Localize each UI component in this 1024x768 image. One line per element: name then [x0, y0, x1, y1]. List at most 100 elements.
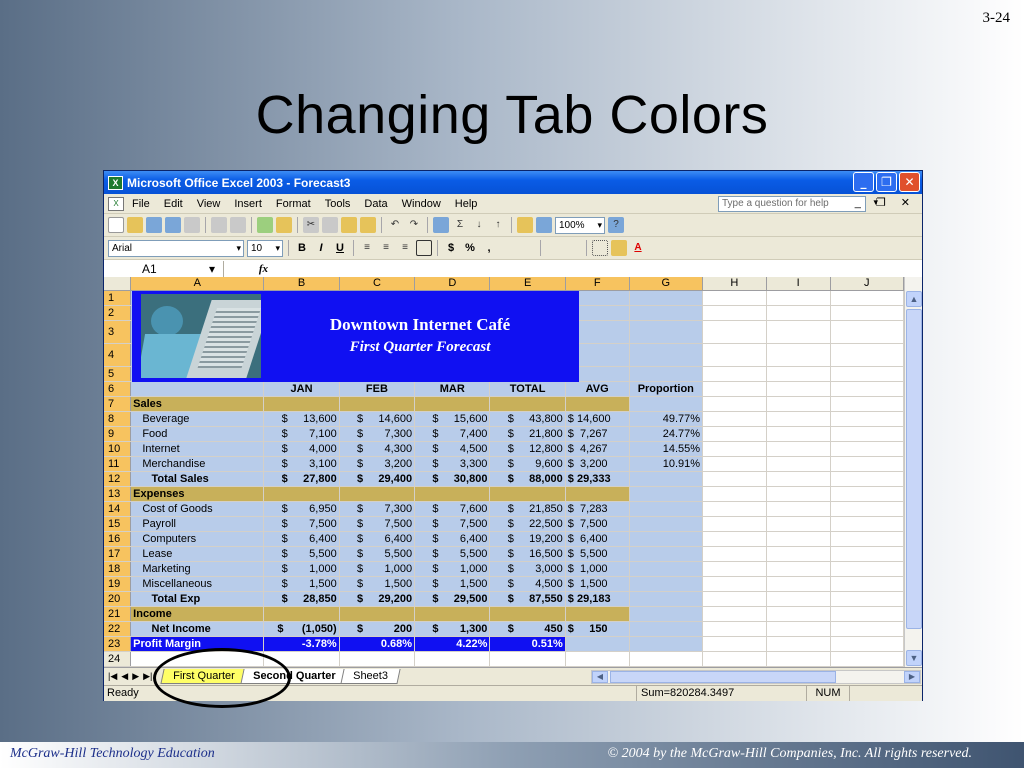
cell[interactable]: Computers: [131, 532, 265, 546]
cell[interactable]: $ 6,400: [565, 532, 630, 546]
cell[interactable]: Lease: [131, 547, 265, 561]
menu-data[interactable]: Data: [364, 198, 387, 210]
open-icon[interactable]: [127, 217, 143, 233]
cell[interactable]: Expenses: [131, 487, 265, 501]
cell[interactable]: [703, 547, 767, 561]
cell[interactable]: $ 13,600: [264, 412, 340, 426]
cell[interactable]: [830, 517, 904, 531]
cell[interactable]: [565, 607, 630, 621]
row-header[interactable]: 3: [104, 321, 132, 343]
row-header[interactable]: 5: [104, 367, 132, 381]
cell[interactable]: Net Income: [131, 622, 265, 636]
cell[interactable]: [830, 457, 904, 471]
hyperlink-icon[interactable]: [433, 217, 449, 233]
cell[interactable]: $ 7,267: [565, 427, 630, 441]
cell[interactable]: [339, 397, 416, 411]
row-header[interactable]: 2: [104, 306, 132, 320]
cell[interactable]: [629, 607, 704, 621]
first-sheet-icon[interactable]: |◀: [108, 671, 117, 682]
cell[interactable]: [629, 306, 704, 320]
cell[interactable]: [830, 622, 904, 636]
cell[interactable]: [490, 652, 566, 666]
cell[interactable]: Total Exp: [131, 592, 265, 606]
cell[interactable]: [703, 502, 767, 516]
cell[interactable]: $ 29,200: [339, 592, 416, 606]
cell[interactable]: [703, 577, 767, 591]
row-header[interactable]: 12: [104, 472, 132, 486]
cell[interactable]: [629, 397, 704, 411]
cell[interactable]: $ 7,500: [565, 517, 630, 531]
cell[interactable]: -3.78%: [264, 637, 340, 651]
cell[interactable]: [830, 637, 904, 651]
column-header-f[interactable]: F: [565, 277, 630, 290]
cell[interactable]: [703, 607, 767, 621]
cell[interactable]: $ 3,200: [339, 457, 416, 471]
row-header[interactable]: 21: [104, 607, 132, 621]
cell[interactable]: [629, 622, 704, 636]
cell[interactable]: [830, 442, 904, 456]
new-icon[interactable]: [108, 217, 124, 233]
cell[interactable]: Miscellaneous: [131, 577, 265, 591]
cell[interactable]: $ 29,500: [415, 592, 491, 606]
cell[interactable]: [703, 517, 767, 531]
cell[interactable]: $ 30,800: [415, 472, 491, 486]
cell[interactable]: $ 4,000: [264, 442, 340, 456]
row-header[interactable]: 16: [104, 532, 132, 546]
menu-help[interactable]: Help: [455, 198, 478, 210]
row-header[interactable]: 15: [104, 517, 132, 531]
cell[interactable]: $ 6,400: [339, 532, 416, 546]
cell[interactable]: [565, 652, 630, 666]
column-header-c[interactable]: C: [339, 277, 416, 290]
cell[interactable]: [490, 397, 566, 411]
fill-color-icon[interactable]: [611, 240, 627, 256]
cell[interactable]: [565, 637, 630, 651]
align-center-icon[interactable]: ≡: [378, 240, 394, 256]
cell[interactable]: 4.22%: [415, 637, 491, 651]
zoom-select[interactable]: 100%: [555, 216, 605, 234]
cell[interactable]: $ 5,500: [565, 547, 630, 561]
column-header-g[interactable]: G: [629, 277, 704, 290]
cell[interactable]: [766, 637, 831, 651]
cell[interactable]: Marketing: [131, 562, 265, 576]
row-header[interactable]: 7: [104, 397, 132, 411]
cell[interactable]: Sales: [131, 397, 265, 411]
undo-icon[interactable]: ↶: [387, 217, 403, 233]
restore-button[interactable]: ❐: [876, 172, 897, 192]
cell[interactable]: 10.91%: [629, 457, 704, 471]
cell[interactable]: $ 5,500: [339, 547, 416, 561]
cell[interactable]: $ 1,000: [565, 562, 630, 576]
cell[interactable]: [629, 291, 704, 305]
cell[interactable]: Food: [131, 427, 265, 441]
cell[interactable]: Payroll: [131, 517, 265, 531]
select-all-corner[interactable]: [104, 277, 132, 290]
merge-center-icon[interactable]: [416, 240, 432, 256]
cell[interactable]: [830, 592, 904, 606]
cell[interactable]: Proportion: [629, 382, 704, 396]
cell[interactable]: [703, 652, 767, 666]
row-header[interactable]: 8: [104, 412, 132, 426]
formula-input[interactable]: [274, 260, 922, 278]
decrease-decimal-icon[interactable]: [519, 240, 535, 256]
cell[interactable]: [703, 592, 767, 606]
help-icon[interactable]: ?: [608, 217, 624, 233]
cell[interactable]: [830, 652, 904, 666]
align-right-icon[interactable]: ≡: [397, 240, 413, 256]
cell[interactable]: [830, 412, 904, 426]
email-icon[interactable]: [184, 217, 200, 233]
cell[interactable]: [766, 306, 831, 320]
cell[interactable]: [629, 592, 704, 606]
cell[interactable]: [131, 382, 265, 396]
cell[interactable]: $ 5,500: [415, 547, 491, 561]
cell[interactable]: [565, 397, 630, 411]
cell[interactable]: $ 6,400: [415, 532, 491, 546]
increase-indent-icon[interactable]: [565, 240, 581, 256]
cell[interactable]: [830, 502, 904, 516]
cell[interactable]: $ (1,050): [264, 622, 340, 636]
cell[interactable]: $ 14,600: [565, 412, 630, 426]
column-header-h[interactable]: H: [703, 277, 767, 290]
row-header[interactable]: 22: [104, 622, 132, 636]
cell[interactable]: [766, 547, 831, 561]
scroll-left-icon[interactable]: ◀: [592, 671, 608, 683]
copy-icon[interactable]: [322, 217, 338, 233]
cell[interactable]: [703, 442, 767, 456]
